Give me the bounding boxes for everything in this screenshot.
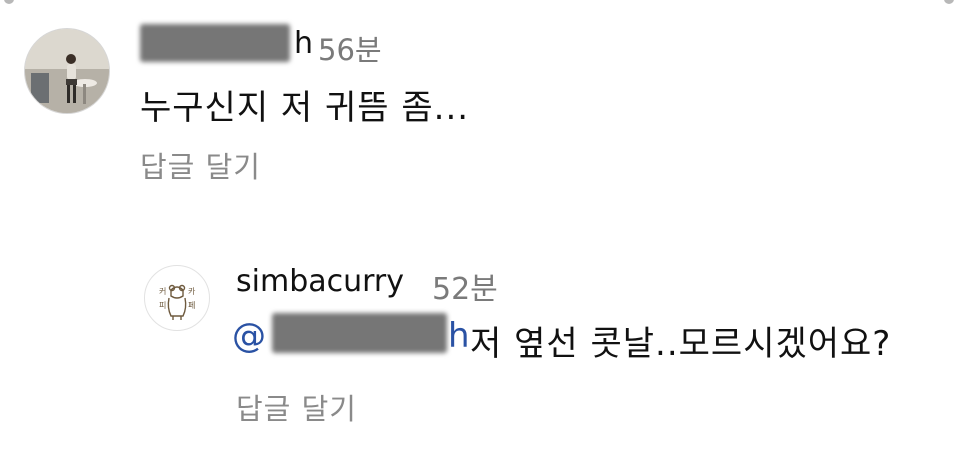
reply-text: 저 옆선 콧날..모르시겠어요?: [470, 324, 892, 364]
comment-text: 누구신지 저 귀뜸 좀...: [140, 88, 470, 128]
redacted-mention: [272, 313, 447, 353]
avatar-photo: [25, 29, 109, 113]
mention-at-sign[interactable]: @: [232, 316, 266, 356]
user-avatar[interactable]: [24, 28, 110, 114]
svg-text:카: 카: [188, 287, 196, 296]
edge-fragment: [944, 0, 954, 4]
reply-username[interactable]: simbacurry: [236, 264, 404, 299]
reply-button[interactable]: 답글 달기: [140, 144, 261, 186]
logo-text: 커: [159, 287, 166, 296]
simbacurry-avatar[interactable]: 커 피 카 페: [144, 265, 210, 331]
username-suffix[interactable]: h: [294, 26, 313, 61]
svg-text:피: 피: [159, 301, 166, 310]
svg-text:페: 페: [188, 300, 195, 310]
edge-fragment: [4, 0, 14, 4]
redacted-username: [140, 24, 290, 62]
bear-logo-icon: 커 피 카 페: [159, 284, 196, 320]
reply-button[interactable]: 답글 달기: [236, 386, 357, 428]
reply-timestamp: 52분: [432, 272, 498, 307]
comment-timestamp: 56분: [318, 33, 382, 67]
mention-suffix[interactable]: h: [448, 316, 470, 356]
